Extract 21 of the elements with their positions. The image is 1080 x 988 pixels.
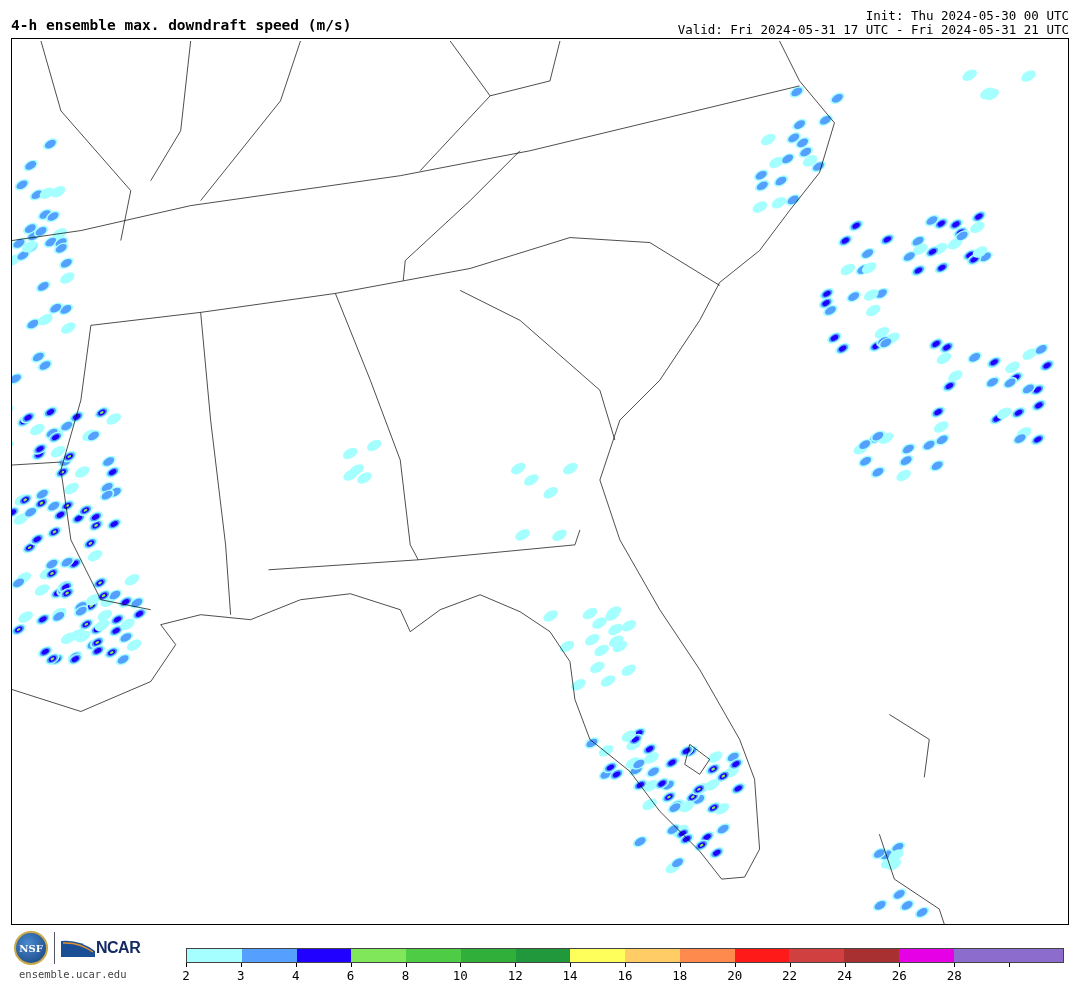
tick-label: 22: [782, 968, 798, 983]
chart-title: 4-h ensemble max. downdraft speed (m/s): [11, 17, 352, 35]
website-url: ensemble.ucar.edu: [19, 968, 127, 980]
tick-label: 20: [727, 968, 743, 983]
tick-label: 26: [891, 968, 907, 983]
tick-label: 12: [507, 968, 523, 983]
tick-label: 24: [836, 968, 853, 983]
tick-label: 4: [292, 968, 300, 983]
tick-label: 28: [946, 968, 962, 983]
tick-label: 2: [182, 968, 190, 983]
tick-label: 18: [672, 968, 688, 983]
nsf-logo: NSF: [14, 931, 48, 965]
tick-label: 16: [617, 968, 633, 983]
valid-time: Valid: Fri 2024-05-31 17 UTC - Fri 2024-05-31 21 UTC: [677, 23, 1069, 37]
tick-label: 3: [237, 968, 245, 983]
tick-label: 8: [401, 968, 410, 983]
tick-label: 10: [452, 968, 468, 983]
ncar-logo: NCAR: [61, 939, 141, 957]
tick-label: 14: [562, 968, 578, 983]
init-time: Init: Thu 2024-05-30 00 UTC: [865, 9, 1069, 23]
tick-label: 6: [346, 968, 355, 983]
